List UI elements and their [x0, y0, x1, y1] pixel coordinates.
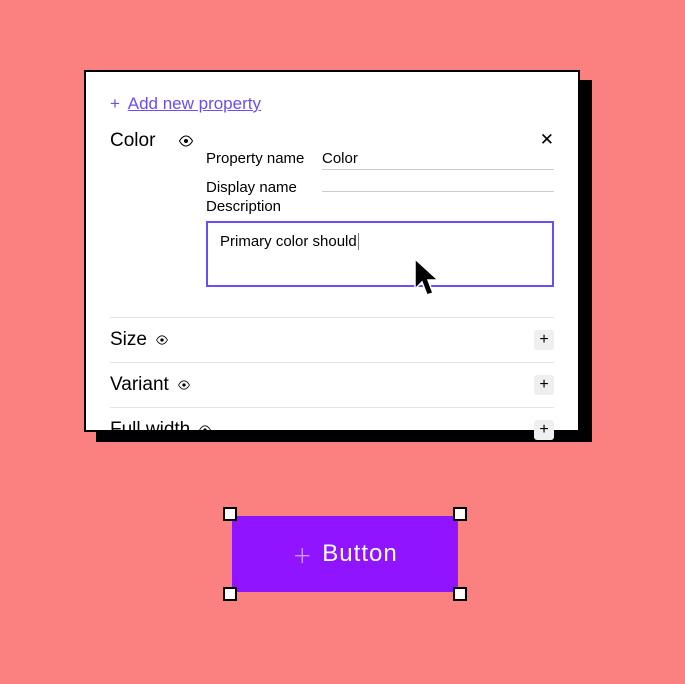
add-new-property-link[interactable]: + Add new property: [110, 94, 554, 114]
selection-handle-br[interactable]: [453, 587, 467, 601]
property-form: Property name Color Display name Descrip…: [206, 150, 554, 287]
property-title: Color: [110, 130, 170, 152]
close-icon[interactable]: ✕: [540, 130, 554, 150]
add-value-button[interactable]: +: [534, 375, 554, 395]
property-row-size[interactable]: Size +: [110, 317, 554, 362]
add-value-button[interactable]: +: [534, 420, 554, 440]
add-value-button[interactable]: +: [534, 330, 554, 350]
description-input[interactable]: Primary color should: [206, 221, 554, 287]
eye-icon[interactable]: [198, 423, 212, 438]
eye-icon[interactable]: [177, 378, 191, 393]
properties-panel: + Add new property Color ✕ Property name…: [84, 70, 580, 432]
button-label: Button: [322, 540, 397, 568]
eye-icon[interactable]: [155, 333, 169, 348]
button-component[interactable]: ＋ Button: [232, 516, 458, 592]
property-label: Full width: [110, 419, 190, 441]
add-new-property-label: Add new property: [128, 94, 261, 113]
display-name-input[interactable]: [322, 172, 554, 192]
property-label: Variant: [110, 374, 169, 396]
selection-handle-tr[interactable]: [453, 507, 467, 521]
eye-icon[interactable]: [178, 134, 194, 150]
property-row-full-width[interactable]: Full width +: [110, 407, 554, 441]
property-block-color: Color ✕ Property name Color Display name…: [110, 130, 554, 287]
collapsed-properties: Size + Variant + Full width +: [110, 317, 554, 441]
display-name-label: Display name: [206, 179, 314, 196]
selection-handle-bl[interactable]: [223, 587, 237, 601]
description-label: Description: [206, 198, 314, 215]
property-name-label: Property name: [206, 150, 314, 167]
plus-icon: ＋: [292, 540, 312, 569]
property-label: Size: [110, 329, 147, 351]
property-row-variant[interactable]: Variant +: [110, 362, 554, 407]
plus-icon: +: [110, 94, 120, 113]
selection-handle-tl[interactable]: [223, 507, 237, 521]
property-name-input[interactable]: Color: [322, 150, 554, 170]
